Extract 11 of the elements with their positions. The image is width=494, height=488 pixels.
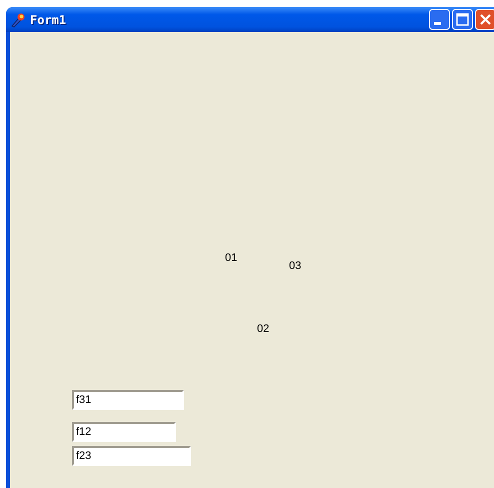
close-button[interactable] [475, 9, 494, 30]
text-field[interactable]: f12 [72, 422, 176, 442]
label: 03 [289, 260, 302, 273]
minimize-button[interactable] [429, 9, 450, 30]
maximize-button[interactable] [452, 9, 473, 30]
window-title: Form1 [30, 12, 66, 26]
text-field[interactable]: f31 [72, 390, 184, 410]
torch-icon [10, 12, 26, 28]
label: 01 [225, 252, 238, 265]
label: 02 [257, 323, 270, 336]
text-field[interactable]: f23 [72, 446, 191, 466]
